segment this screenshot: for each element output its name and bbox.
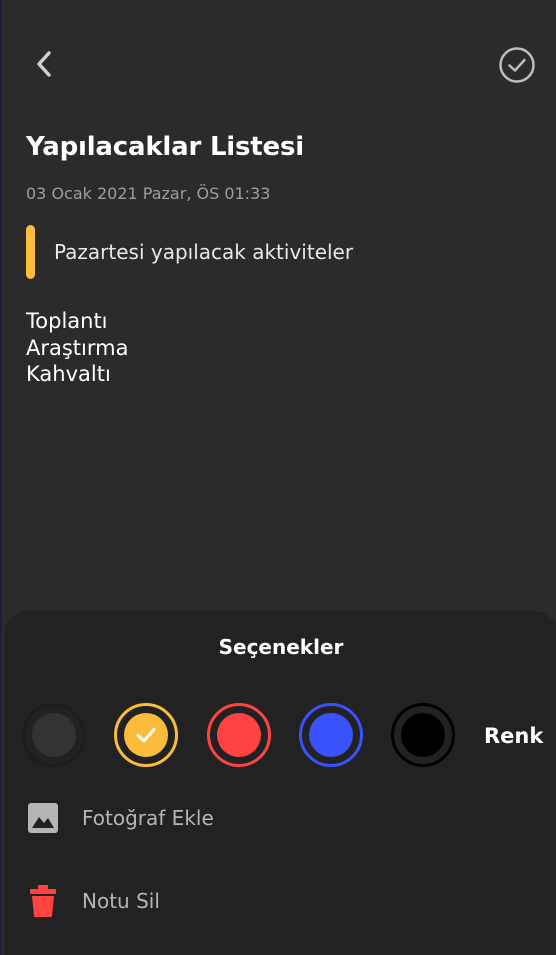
color-swatch-yellow[interactable] [114,703,178,767]
delete-note-button[interactable]: Notu Sil [26,884,160,918]
trash-icon [26,884,60,918]
save-note-button[interactable] [496,44,538,86]
add-photo-button[interactable]: Fotoğraf Ekle [26,801,214,835]
color-swatch-black[interactable] [391,703,455,767]
add-photo-label: Fotoğraf Ekle [82,806,214,830]
chevron-left-icon [37,51,51,77]
color-swatch-fill [32,713,76,757]
color-swatch-fill [401,713,445,757]
note-line: Toplantı [26,309,108,333]
color-swatch-default[interactable] [22,703,86,767]
delete-note-label: Notu Sil [82,889,160,913]
options-bottom-sheet[interactable]: Seçenekler Renk Fotoğraf Ekle Notu Sil [4,611,556,955]
note-line: Araştırma [26,335,129,360]
note-editor-screen: Yapılacaklar Listesi 03 Ocak 2021 Pazar,… [0,0,556,955]
note-line: Kahvaltı [26,362,111,386]
check-icon [136,728,156,743]
color-swatch-fill [217,713,261,757]
color-label: Renk [484,724,544,748]
color-swatch-fill [309,713,353,757]
note-body-input[interactable]: Toplantı Araştırma Kahvaltı [26,308,128,388]
check-circle-icon [499,47,535,83]
image-icon [26,801,60,835]
color-swatch-blue[interactable] [299,703,363,767]
note-title-input[interactable]: Yapılacaklar Listesi [26,132,304,162]
color-swatch-fill [124,713,168,757]
color-swatch-red[interactable] [207,703,271,767]
subtitle-color-indicator [26,225,35,279]
back-button[interactable] [24,44,64,84]
note-subtitle-input[interactable]: Pazartesi yapılacak aktiviteler [54,240,353,264]
options-sheet-title: Seçenekler [218,635,344,659]
note-datetime: 03 Ocak 2021 Pazar, ÖS 01:33 [26,184,271,203]
